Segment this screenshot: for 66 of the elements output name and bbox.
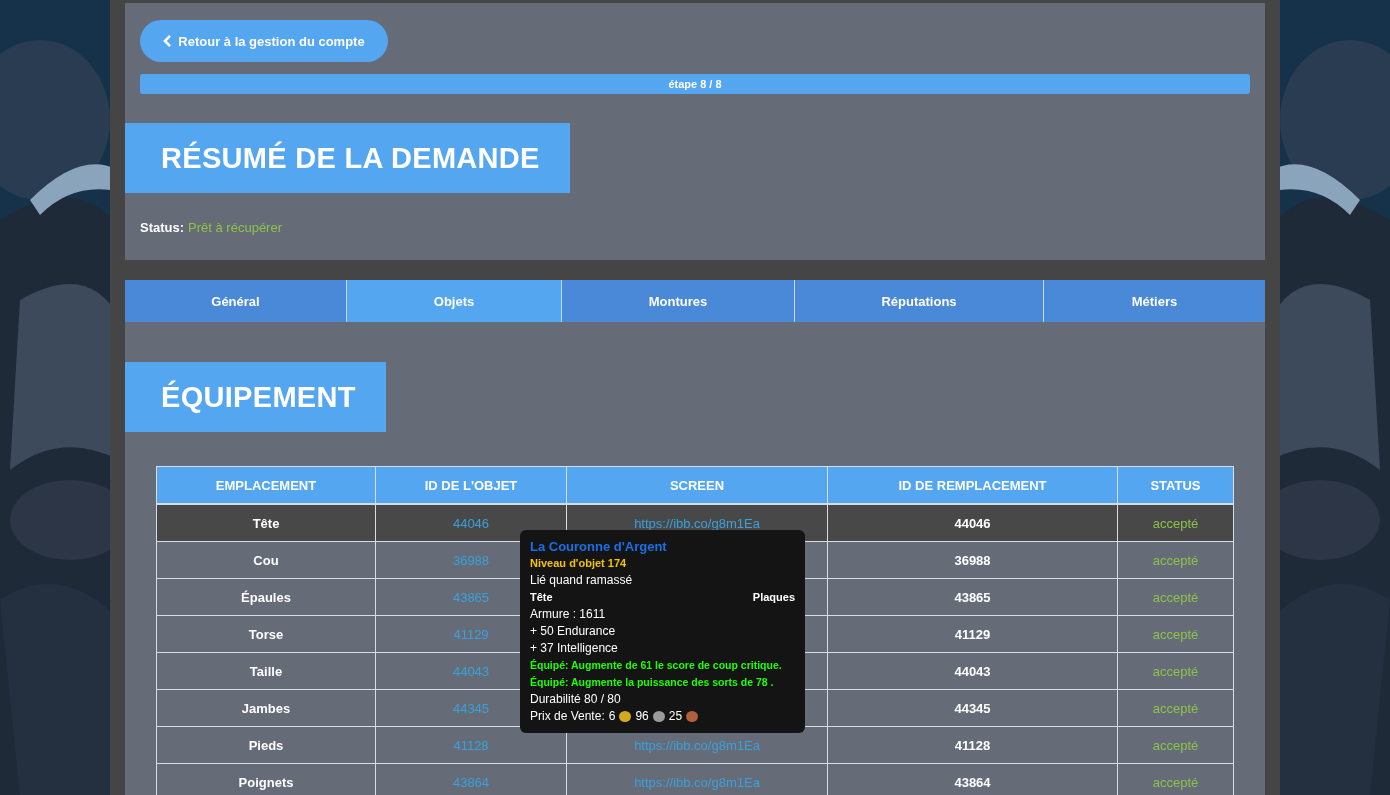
table-cell: 44043 bbox=[827, 652, 1118, 690]
item-effect: Équipé: Augmente la puissance des sorts de 78 . bbox=[530, 675, 775, 690]
column-header: ID DE L'OBJET bbox=[375, 466, 567, 504]
status-value: Prêt à récupérer bbox=[188, 220, 282, 235]
coin-icon bbox=[619, 711, 632, 722]
chevron-left-icon bbox=[163, 35, 173, 47]
tab[interactable]: Montures bbox=[562, 280, 795, 322]
coin-icon bbox=[652, 711, 665, 722]
back-button[interactable]: Retour à la gestion du compte bbox=[140, 20, 388, 62]
table-cell: 44046 bbox=[827, 504, 1118, 542]
item-stat: Lié quand ramassé bbox=[530, 572, 634, 589]
column-header: SCREEN bbox=[566, 466, 828, 504]
item-id-link[interactable]: 44046 bbox=[452, 515, 490, 531]
progress-label: étape 8 / 8 bbox=[668, 78, 722, 90]
status-cell: accepté bbox=[1117, 726, 1234, 764]
item-slot: Tête bbox=[530, 589, 553, 606]
column-header: STATUS bbox=[1117, 466, 1234, 504]
item-stat: + 50 Endurance bbox=[530, 623, 617, 640]
item-id-link[interactable]: 44043 bbox=[452, 663, 490, 679]
table-cell: Tête bbox=[156, 504, 376, 542]
status-cell: accepté bbox=[1117, 541, 1234, 579]
item-id-link[interactable]: 41128 bbox=[453, 737, 489, 753]
page-title: RÉSUMÉ DE LA DEMANDE bbox=[125, 123, 570, 193]
price-label: Prix de Vente: bbox=[530, 708, 605, 725]
status-cell: accepté bbox=[1117, 504, 1234, 542]
coin-icon bbox=[686, 711, 699, 722]
tab[interactable]: Général bbox=[125, 280, 347, 322]
table-cell: Torse bbox=[156, 615, 376, 653]
item-id-link[interactable]: 43864 bbox=[452, 774, 490, 790]
armor-type: Plaques bbox=[752, 590, 795, 605]
column-header: EMPLACEMENT bbox=[156, 466, 376, 504]
table-cell: 44345 bbox=[827, 689, 1118, 727]
status-label: Status: bbox=[140, 220, 185, 235]
price-amount: 96 bbox=[635, 708, 649, 725]
table-cell: Cou bbox=[156, 541, 376, 579]
tab[interactable]: Objets bbox=[347, 280, 562, 322]
status-cell: accepté bbox=[1117, 578, 1234, 616]
status-cell: accepté bbox=[1117, 615, 1234, 653]
table-row[interactable]: Poignets 43864 https://ibb.co/g8m1Ea 43864 accepté bbox=[156, 763, 1234, 795]
status-cell: accepté bbox=[1117, 689, 1234, 727]
item-stat: + 37 Intelligence bbox=[530, 640, 619, 657]
table-cell: 43865 bbox=[827, 578, 1118, 616]
table-cell: 36988 bbox=[827, 541, 1118, 579]
item-effect: Équipé: Augmente de 61 le score de coup critique. bbox=[530, 658, 783, 673]
item-level: Niveau d'objet 174 bbox=[530, 556, 628, 571]
table-cell: 41128 bbox=[827, 726, 1118, 764]
status-cell: accepté bbox=[1117, 652, 1234, 690]
table-row[interactable]: Tête 44046 https://ibb.co/g8m1Ea 44046 accepté bbox=[156, 504, 1234, 542]
item-id-link[interactable]: 36988 bbox=[452, 552, 490, 568]
item-stat: Armure : 1611 bbox=[530, 606, 607, 623]
table-cell: Poignets bbox=[156, 763, 376, 795]
price-amount: 6 bbox=[608, 708, 616, 725]
tab[interactable]: Réputations bbox=[795, 280, 1044, 322]
table-cell: 41129 bbox=[827, 615, 1118, 653]
price-amount: 25 bbox=[668, 708, 683, 725]
item-id-link[interactable]: 43865 bbox=[452, 589, 490, 605]
table-cell: Jambes bbox=[156, 689, 376, 727]
section-title: ÉQUIPEMENT bbox=[125, 362, 386, 432]
item-id-link[interactable]: 41129 bbox=[453, 626, 489, 642]
table-cell: Taille bbox=[156, 652, 376, 690]
table-cell: Pieds bbox=[156, 726, 376, 764]
column-header: ID DE REMPLACEMENT bbox=[827, 466, 1118, 504]
item-id-link[interactable]: 44345 bbox=[452, 700, 490, 716]
item-stat: Durabilité 80 / 80 bbox=[530, 691, 622, 708]
table-cell: Épaules bbox=[156, 578, 376, 616]
tab[interactable]: Métiers bbox=[1044, 280, 1265, 322]
